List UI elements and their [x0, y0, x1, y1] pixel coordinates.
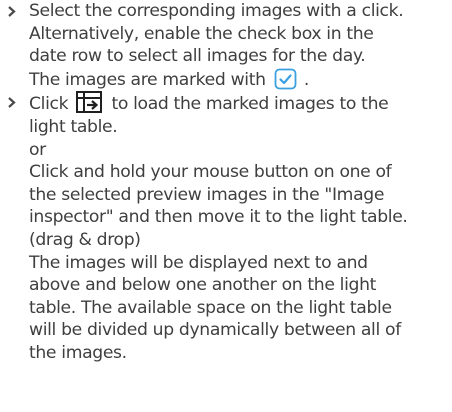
step-load-images: Click to load the marked images to the l… — [0, 91, 452, 364]
step2-click-line: Click to load the marked images to the — [29, 91, 452, 116]
step1-line-1: Select the corresponding images with a c… — [29, 1, 404, 21]
bullet-arrow-icon — [4, 91, 20, 113]
step2-line-6: (drag & drop) — [29, 229, 141, 250]
checkbox-checked-icon — [274, 68, 297, 90]
step2-line-5: inspector" and then move it to the light… — [29, 207, 408, 228]
load-text: to load the marked images to the — [106, 94, 389, 115]
marked-period: . — [298, 69, 309, 90]
step2-line-1: light table. — [29, 116, 118, 137]
click-text: Click — [29, 94, 74, 115]
instruction-page: Select the corresponding images with a c… — [0, 0, 452, 412]
step2-line-3: Click and hold your mouse button on one … — [29, 162, 392, 183]
step2-line-10: will be divided up dynamically between a… — [29, 320, 401, 341]
step2-line-or: or — [29, 139, 46, 160]
step2-line-8: above and below one another on the light — [29, 275, 377, 296]
bullet-arrow-icon — [4, 0, 20, 22]
step2-line-4: the selected preview images in the "Imag… — [29, 184, 385, 205]
step1-line-2: Alternatively, enable the check box in t… — [29, 23, 374, 44]
marked-text: The images are marked with — [29, 69, 271, 90]
step-select-images: Select the corresponding images with a c… — [0, 0, 452, 91]
step2-line-7: The images will be displayed next to and — [29, 252, 368, 273]
step2-line-9: table. The available space on the light … — [29, 297, 392, 318]
step1-line-3: date row to select all images for the da… — [29, 46, 366, 67]
step1-marked-line: The images are marked with . — [29, 68, 452, 92]
load-to-light-table-icon — [76, 91, 103, 114]
step2-line-11: the images. — [29, 342, 127, 363]
